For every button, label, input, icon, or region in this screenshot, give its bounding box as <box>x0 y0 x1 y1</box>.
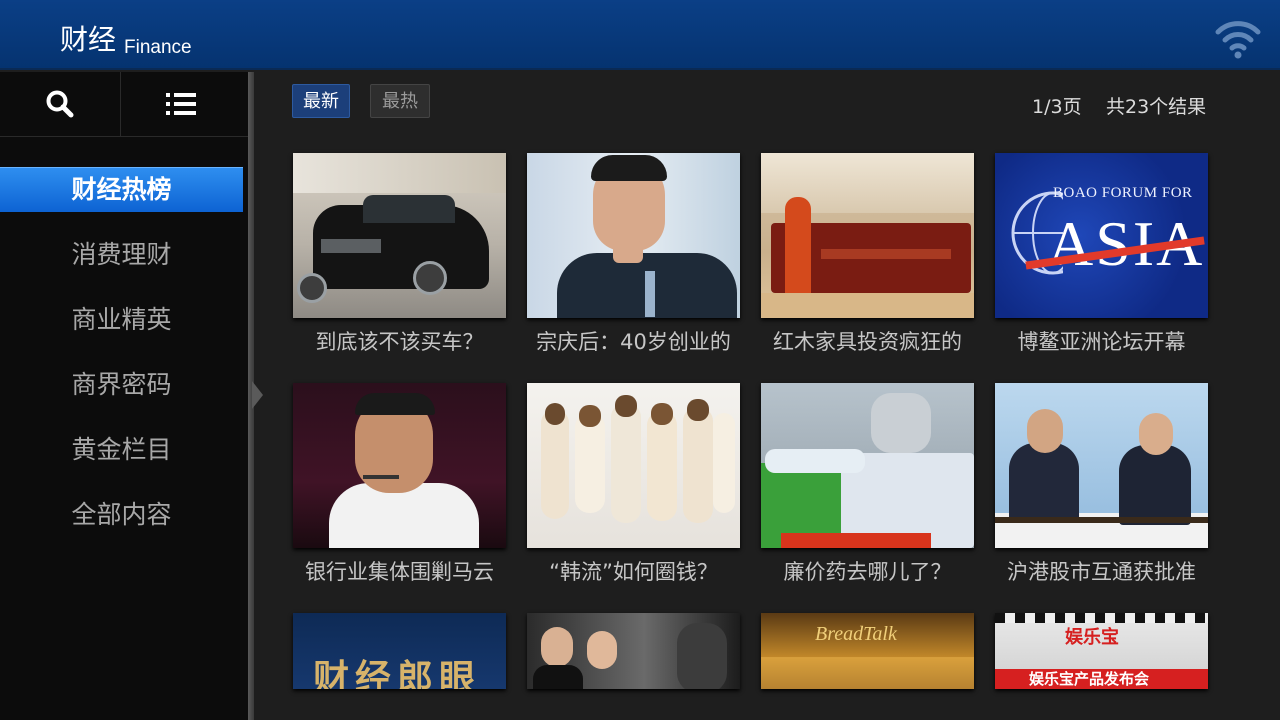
app-subtitle: Finance <box>124 37 192 58</box>
video-thumbnail <box>527 613 740 689</box>
video-title: 红木家具投资疯狂的 <box>773 330 962 354</box>
thumb-text: 娱乐宝 <box>1065 627 1119 648</box>
wifi-icon <box>1215 21 1261 59</box>
video-card[interactable]: 沪港股市互通获批准 <box>995 383 1208 586</box>
thumb-text: BreadTalk <box>815 623 897 645</box>
thumb-text: BOAO FORUM FOR <box>1053 185 1193 201</box>
video-thumbnail: BOAO FORUM FOR ASIA <box>995 153 1208 318</box>
video-thumbnail: BreadTalk <box>761 613 974 689</box>
sidebar-item-finance-hot[interactable]: 财经热榜 <box>0 167 243 212</box>
video-thumbnail <box>761 383 974 548</box>
video-card[interactable]: 财经郎眼 <box>293 613 506 689</box>
video-card[interactable]: 宗庆后：40岁创业的 <box>527 153 740 356</box>
video-thumbnail <box>761 153 974 318</box>
app-title: 财经 <box>60 23 117 56</box>
video-title: “韩流”如何圈钱？ <box>549 560 718 584</box>
thumb-text: 财经郎眼 <box>313 658 482 689</box>
video-title: 银行业集体围剿马云 <box>305 560 494 584</box>
video-title: 宗庆后：40岁创业的 <box>536 330 731 354</box>
video-title: 沪港股市互通获批准 <box>1007 560 1196 584</box>
video-thumbnail <box>527 383 740 548</box>
content-grid: 到底该不该买车？ 宗庆后：40岁创业的 红木家具投资疯狂的 BOAO FORUM… <box>260 72 1280 720</box>
video-thumbnail <box>527 153 740 318</box>
video-thumbnail: 娱乐宝 娱乐宝产品发布会 <box>995 613 1208 689</box>
video-card[interactable]: “韩流”如何圈钱？ <box>527 383 740 586</box>
video-title: 廉价药去哪儿了？ <box>783 560 952 584</box>
app-header: 财经 Finance <box>0 0 1280 70</box>
video-card[interactable]: 到底该不该买车？ <box>293 153 506 356</box>
sidebar-item-all-content[interactable]: 全部内容 <box>0 492 243 537</box>
sidebar-item-business-code[interactable]: 商界密码 <box>0 362 243 407</box>
video-card[interactable]: 廉价药去哪儿了？ <box>761 383 974 586</box>
list-icon <box>166 93 196 115</box>
video-thumbnail: 财经郎眼 <box>293 613 506 689</box>
search-button[interactable] <box>0 72 120 136</box>
video-card[interactable]: BOAO FORUM FOR ASIA 博鳌亚洲论坛开幕 <box>995 153 1208 356</box>
video-card[interactable]: 娱乐宝 娱乐宝产品发布会 <box>995 613 1208 689</box>
video-thumbnail <box>995 383 1208 548</box>
video-card[interactable]: 银行业集体围剿马云 <box>293 383 506 586</box>
sidebar-item-consumer-finance[interactable]: 消费理财 <box>0 232 243 277</box>
sidebar-tools <box>0 72 248 137</box>
sidebar-item-gold-column[interactable]: 黄金栏目 <box>0 427 243 472</box>
search-icon <box>46 90 74 118</box>
video-thumbnail <box>293 153 506 318</box>
video-title: 到底该不该买车？ <box>315 330 484 354</box>
video-card[interactable]: BreadTalk <box>761 613 974 689</box>
video-thumbnail <box>293 383 506 548</box>
sidebar-nav: 财经热榜 消费理财 商业精英 商界密码 黄金栏目 全部内容 <box>0 167 243 557</box>
video-card[interactable] <box>527 613 740 689</box>
sidebar-item-business-elite[interactable]: 商业精英 <box>0 297 243 342</box>
menu-button[interactable] <box>120 72 241 136</box>
video-title: 博鳌亚洲论坛开幕 <box>1017 330 1186 354</box>
thumb-text: 娱乐宝产品发布会 <box>1029 670 1150 688</box>
video-card[interactable]: 红木家具投资疯狂的 <box>761 153 974 356</box>
